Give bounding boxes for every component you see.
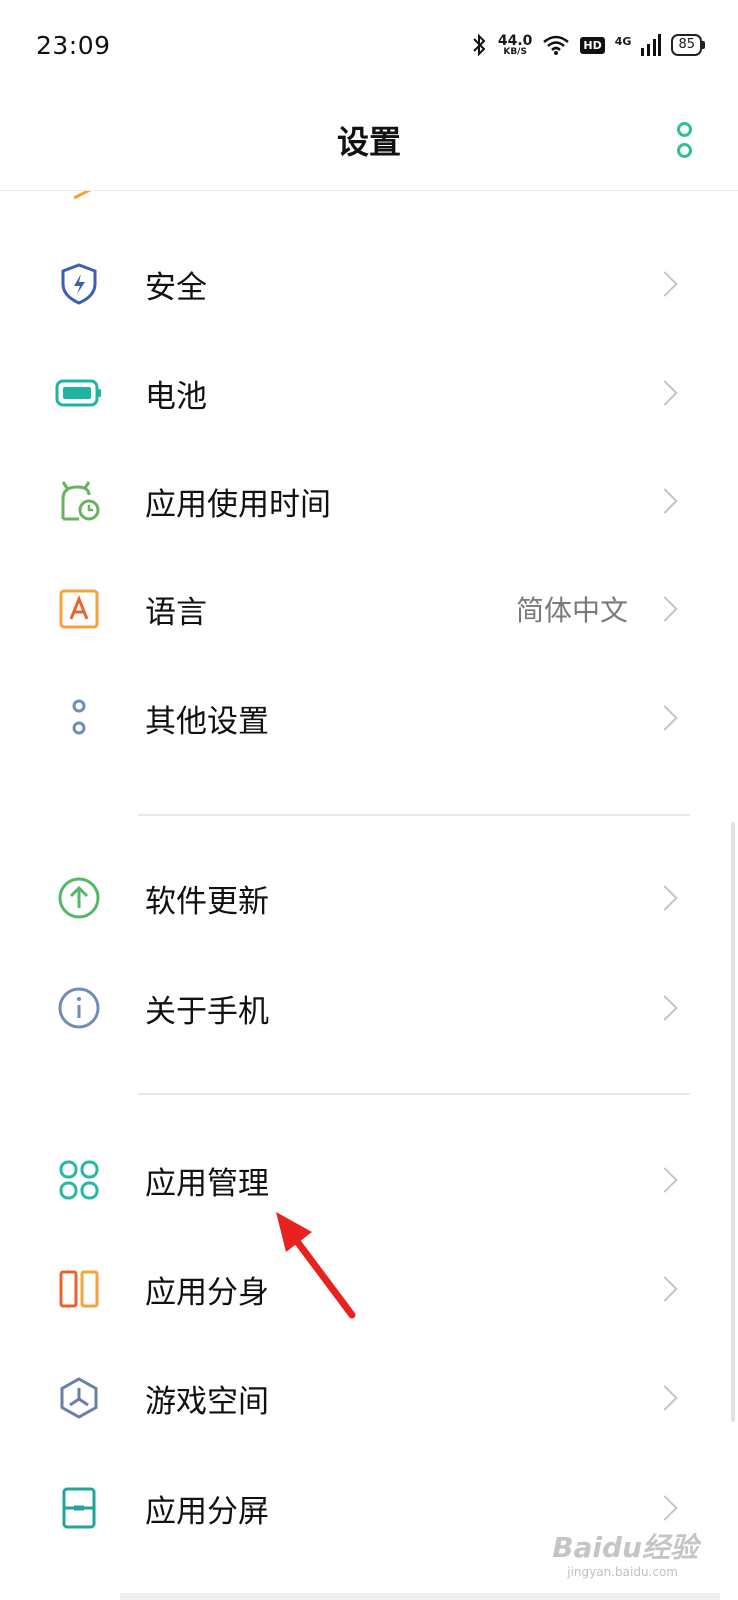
signal-icon (641, 34, 662, 56)
chevron-right-icon (652, 705, 678, 731)
app-clone-icon (55, 1265, 103, 1313)
network-speed-unit: KB/S (503, 46, 527, 57)
settings-item-other-settings[interactable]: 其他设置 (0, 663, 738, 773)
chevron-right-icon (652, 885, 678, 911)
settings-item-software-update[interactable]: 软件更新 (0, 843, 738, 953)
hd-badge: HD (580, 36, 605, 54)
settings-item-label: 游戏空间 (145, 1383, 269, 1420)
status-bar: 23:09 44.0 KB/S HD 4G 85 (0, 0, 738, 90)
scrollbar[interactable] (731, 822, 735, 1422)
language-icon (55, 585, 103, 633)
more-vertical-icon[interactable] (674, 122, 694, 158)
settings-item-app-usage-time[interactable]: 应用使用时间 (0, 446, 738, 556)
settings-item-label: 安全 (145, 269, 207, 306)
settings-item-battery[interactable]: 电池 (0, 338, 738, 448)
network-speed-value: 44.0 (497, 32, 533, 49)
chevron-right-icon (652, 271, 678, 297)
battery-icon (55, 369, 103, 417)
chevron-right-icon (652, 488, 678, 514)
app-usage-time-icon (55, 477, 103, 525)
settings-item-label: 语言 (145, 594, 207, 631)
network-type: 4G (614, 35, 632, 48)
bluetooth-icon (473, 33, 486, 57)
app-management-icon (55, 1156, 103, 1204)
section-divider (138, 814, 690, 816)
settings-item-app-management[interactable]: 应用管理 (0, 1125, 738, 1235)
status-time: 23:09 (36, 30, 111, 60)
battery-icon: 85 (671, 34, 705, 56)
settings-item-language[interactable]: 语言 简体中文 (0, 554, 738, 664)
settings-item-label: 应用使用时间 (145, 486, 331, 523)
shield-icon (55, 260, 103, 308)
software-update-icon (55, 874, 103, 922)
page-title: 设置 (336, 123, 401, 161)
chevron-right-icon (652, 380, 678, 406)
about-phone-icon (55, 984, 103, 1032)
section-divider (138, 1093, 690, 1095)
bottom-edge (120, 1593, 720, 1600)
settings-item-about-phone[interactable]: 关于手机 (0, 953, 738, 1063)
wifi-icon (543, 35, 570, 55)
settings-item-label: 应用管理 (145, 1165, 269, 1202)
chevron-right-icon (652, 1495, 678, 1521)
settings-item-label: 应用分屏 (145, 1493, 269, 1530)
chevron-right-icon (652, 1167, 678, 1193)
split-screen-icon (55, 1484, 103, 1532)
settings-item-game-space[interactable]: 游戏空间 (0, 1343, 738, 1453)
chevron-right-icon (652, 1385, 678, 1411)
network-speed: 44.0 KB/S (498, 34, 533, 57)
status-icons: 44.0 KB/S HD 4G 85 (470, 33, 705, 57)
chevron-right-icon (652, 1276, 678, 1302)
other-settings-icon (55, 694, 103, 742)
settings-item-label: 软件更新 (145, 883, 269, 920)
chevron-right-icon (652, 596, 678, 622)
settings-item-label: 电池 (145, 378, 207, 415)
watermark-logo: Baidu经验 (552, 1531, 698, 1564)
title-bar: 设置 (0, 90, 738, 191)
settings-item-label: 应用分身 (145, 1274, 269, 1311)
settings-item-label: 其他设置 (145, 703, 269, 740)
settings-item-security[interactable]: 安全 (0, 229, 738, 339)
chevron-right-icon (652, 995, 678, 1021)
settings-item-value: 简体中文 (515, 594, 628, 627)
settings-item-label: 关于手机 (145, 993, 269, 1030)
watermark-url: jingyan.baidu.com (567, 1565, 678, 1579)
game-space-icon (55, 1374, 103, 1422)
settings-item-app-clone[interactable]: 应用分身 (0, 1234, 738, 1344)
